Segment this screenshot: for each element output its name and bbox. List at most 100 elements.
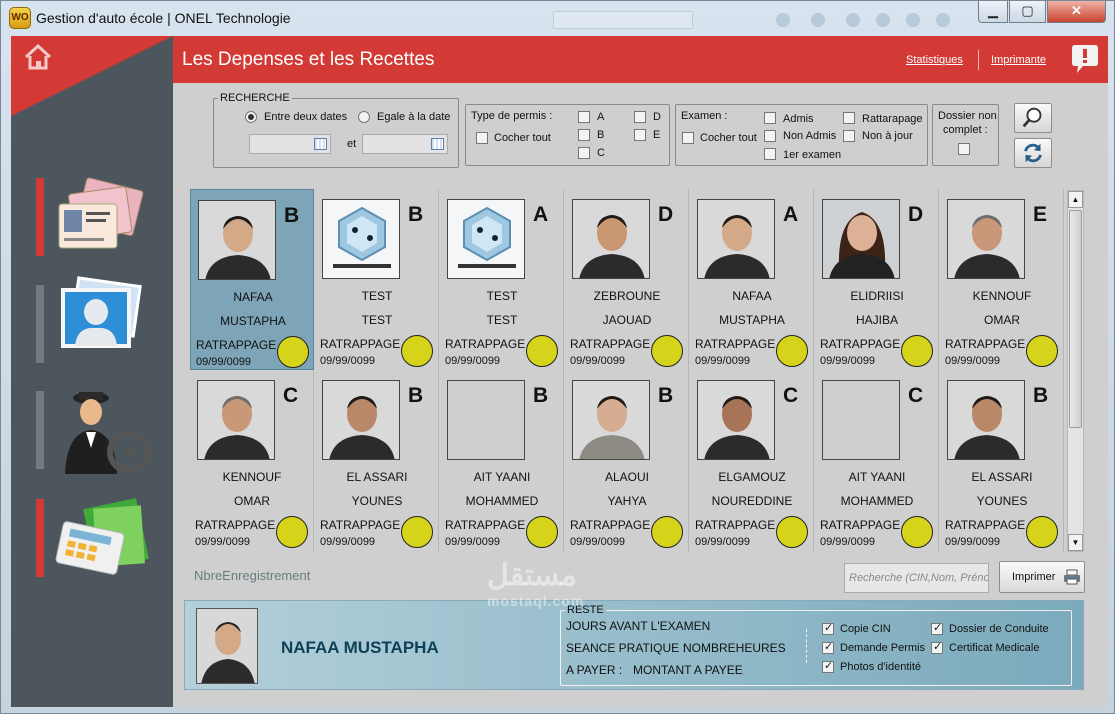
exam-date: 09/99/0099 — [445, 536, 501, 548]
exam-status: RATRAPPAGE — [695, 518, 776, 532]
candidate-card[interactable]: B AIT YAANI MOHAMMED RATRAPPAGE 09/99/0099 — [440, 370, 564, 551]
candidate-card[interactable]: B EL ASSARI YOUNES RATRAPPAGE 09/99/0099 — [940, 370, 1064, 551]
detail-photo — [196, 608, 258, 684]
candidate-photo — [198, 200, 276, 280]
candidate-card[interactable]: B ALAOUI YAHYA RATRAPPAGE 09/99/0099 — [565, 370, 689, 551]
start-date-picker[interactable] — [249, 134, 331, 154]
permis-a-label: A — [597, 111, 605, 123]
non-admis-checkbox[interactable] — [764, 130, 776, 142]
exam-date: 09/99/0099 — [320, 355, 376, 367]
finance-calculator-icon[interactable] — [51, 491, 151, 581]
status-indicator-icon — [651, 516, 683, 548]
date-and-label: et — [347, 138, 357, 150]
permis-b-checkbox[interactable] — [578, 129, 590, 141]
help-icon[interactable] — [1068, 42, 1102, 76]
candidate-card[interactable]: C KENNOUF OMAR RATRAPPAGE 09/99/0099 — [190, 370, 314, 551]
candidate-first-name: YOUNES — [351, 494, 403, 508]
detail-candidate-name: NAFAA MUSTAPHA — [281, 638, 439, 657]
maximize-button[interactable]: ▢ — [1009, 1, 1046, 23]
person-photo — [573, 381, 649, 459]
exam-status: RATRAPPAGE — [945, 518, 1026, 532]
equal-date-radio[interactable] — [358, 111, 370, 123]
home-icon[interactable] — [23, 42, 53, 72]
permis-a-checkbox[interactable] — [578, 111, 590, 123]
minimize-button[interactable]: ▁ — [978, 1, 1008, 23]
non-a-jour-checkbox[interactable] — [843, 130, 855, 142]
search-input[interactable]: Recherche (CIN,Nom, Prénom) — [844, 563, 989, 593]
empty-photo — [823, 381, 900, 460]
close-button[interactable]: ✕ — [1047, 1, 1106, 23]
calendar-icon[interactable] — [431, 138, 444, 150]
permis-letter: B — [533, 384, 549, 407]
end-date-picker[interactable] — [362, 134, 448, 154]
examen-select-all-checkbox[interactable] — [682, 132, 694, 144]
status-indicator-icon — [1026, 335, 1058, 367]
print-button-label: Imprimer — [1012, 571, 1056, 583]
first-exam-checkbox[interactable] — [764, 148, 776, 160]
first-exam-label: 1er examen — [783, 149, 842, 161]
candidate-card[interactable]: A TEST TEST RATRAPPAGE 09/99/0099 — [440, 189, 564, 370]
watermark-text: مستقل — [487, 559, 577, 592]
permis-select-all-checkbox[interactable] — [476, 132, 488, 144]
practical-session-label: SEANCE PRATIQUE : — [566, 641, 686, 655]
photo-album-icon[interactable] — [51, 276, 151, 366]
candidate-card[interactable]: E KENNOUF OMAR RATRAPPAGE 09/99/0099 — [940, 189, 1064, 370]
exam-date: 09/99/0099 — [196, 356, 252, 368]
scroll-thumb[interactable] — [1069, 210, 1082, 428]
rattarapage-checkbox[interactable] — [843, 112, 855, 124]
scroll-up-arrow-icon[interactable]: ▲ — [1068, 191, 1083, 208]
candidate-last-name: AIT YAANI — [848, 470, 906, 484]
status-indicator-icon — [651, 335, 683, 367]
permis-e-label: E — [653, 129, 661, 141]
instructor-icon[interactable] — [51, 386, 151, 476]
dossier-conduite-checkbox[interactable] — [931, 621, 943, 635]
candidate-first-name: JAOUAD — [602, 313, 652, 327]
candidate-first-name: NOUREDDINE — [711, 494, 793, 508]
candidate-card[interactable]: D ELIDRIISI HAJIBA RATRAPPAGE 09/99/0099 — [815, 189, 939, 370]
candidate-card[interactable]: B EL ASSARI YOUNES RATRAPPAGE 09/99/0099 — [315, 370, 439, 551]
print-button[interactable]: Imprimer — [999, 561, 1085, 593]
candidate-card[interactable]: B TEST TEST RATRAPPAGE 09/99/0099 — [315, 189, 439, 370]
scroll-down-arrow-icon[interactable]: ▼ — [1068, 534, 1083, 551]
candidate-cards-icon[interactable] — [51, 176, 151, 266]
admis-checkbox[interactable] — [764, 112, 776, 124]
permis-d-checkbox[interactable] — [634, 111, 646, 123]
status-indicator-icon — [526, 516, 558, 548]
search-button[interactable] — [1014, 103, 1052, 133]
candidate-card[interactable]: C ELGAMOUZ NOUREDDINE RATRAPPAGE 09/99/0099 — [690, 370, 814, 551]
permis-e-checkbox[interactable] — [634, 129, 646, 141]
printer-link[interactable]: Imprimante — [991, 54, 1046, 66]
exam-status: RATRAPPAGE — [195, 518, 276, 532]
exam-date: 09/99/0099 — [945, 355, 1001, 367]
candidate-card[interactable]: B NAFAA MUSTAPHA RATRAPPAGE 09/99/0099 — [190, 189, 314, 370]
person-photo — [698, 200, 774, 278]
recherche-legend: RECHERCHE — [220, 92, 290, 104]
candidate-card[interactable]: C AIT YAANI MOHAMMED RATRAPPAGE 09/99/0099 — [815, 370, 939, 551]
dossier-conduite-label: Dossier de Conduite — [949, 623, 1049, 635]
copie-cin-checkbox[interactable] — [822, 621, 834, 635]
candidate-last-name: ELGAMOUZ — [718, 470, 786, 484]
candidate-first-name: TEST — [486, 313, 518, 327]
demande-permis-checkbox[interactable] — [822, 640, 834, 654]
calendar-icon[interactable] — [314, 138, 327, 150]
candidate-card[interactable]: A NAFAA MUSTAPHA RATRAPPAGE 09/99/0099 — [690, 189, 814, 370]
status-indicator-icon — [526, 335, 558, 367]
refresh-button[interactable] — [1014, 138, 1052, 168]
candidate-photo — [822, 380, 900, 460]
permis-letter: D — [658, 203, 674, 226]
title-bar[interactable]: WO Gestion d'auto école | ONEL Technolog… — [1, 1, 1115, 35]
dossier-incomplete-checkbox[interactable] — [958, 143, 970, 155]
candidate-card[interactable]: D ZEBROUNE JAOUAD RATRAPPAGE 09/99/0099 — [565, 189, 689, 370]
statistics-link[interactable]: Statistiques — [906, 54, 963, 66]
permis-c-checkbox[interactable] — [578, 147, 590, 159]
copie-cin-label: Copie CIN — [840, 623, 891, 635]
practical-session-value: NOMBREHEURES — [683, 641, 786, 655]
candidate-first-name: MUSTAPHA — [719, 313, 785, 327]
between-dates-radio[interactable] — [245, 111, 257, 123]
person-photo — [698, 381, 774, 459]
grid-scrollbar[interactable]: ▲ ▼ — [1067, 190, 1084, 552]
person-photo — [573, 200, 649, 278]
certificat-medicale-checkbox[interactable] — [931, 640, 943, 654]
photos-identite-checkbox[interactable] — [822, 659, 834, 673]
candidate-photo — [572, 380, 650, 460]
